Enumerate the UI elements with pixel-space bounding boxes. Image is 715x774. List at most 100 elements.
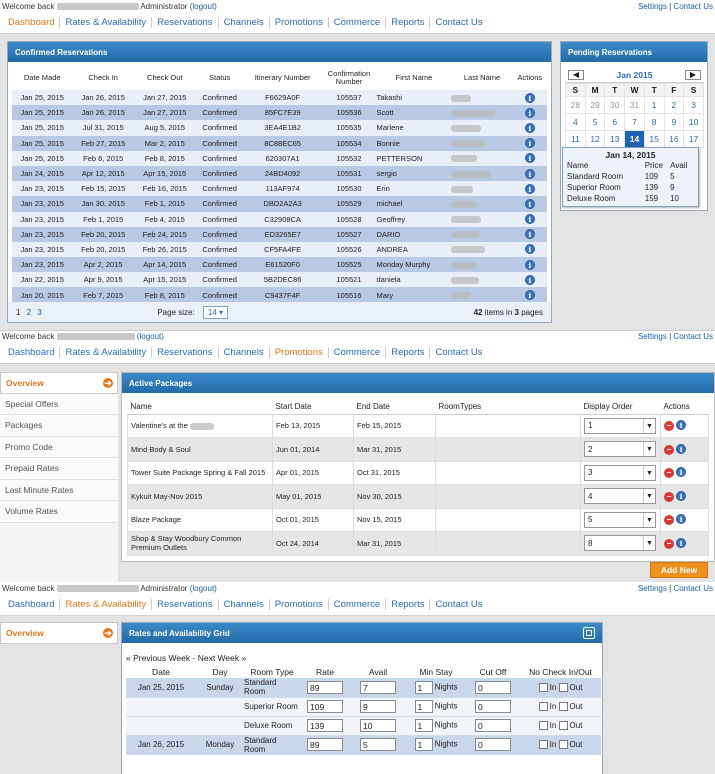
next-month-button[interactable]: ▶	[684, 69, 701, 80]
rate-input[interactable]: 139	[307, 719, 343, 732]
rate-input[interactable]: 89	[307, 738, 343, 751]
settings-link[interactable]: Settings	[638, 2, 667, 11]
info-icon[interactable]: i	[524, 198, 535, 209]
nav-reservations[interactable]: Reservations	[151, 347, 217, 358]
calendar-day[interactable]: 28	[565, 96, 586, 114]
min-stay-input[interactable]: 1	[414, 719, 433, 732]
calendar-day[interactable]: 4	[565, 113, 586, 131]
no-check-out-checkbox[interactable]	[558, 682, 568, 692]
info-icon[interactable]: i	[524, 244, 535, 255]
rate-input[interactable]: 109	[307, 700, 343, 713]
nav-contact-us[interactable]: Contact Us	[429, 599, 487, 610]
nav-reservations[interactable]: Reservations	[151, 17, 217, 28]
page-3-link[interactable]: 3	[37, 308, 41, 317]
previous-week-link[interactable]: « Previous Week	[126, 653, 190, 663]
nav-commerce[interactable]: Commerce	[327, 599, 385, 610]
avail-input[interactable]: 5	[360, 738, 396, 751]
no-check-out-checkbox[interactable]	[558, 721, 568, 731]
sidebar-item-overview[interactable]: Overview ➜	[0, 372, 118, 394]
nav-contact-us[interactable]: Contact Us	[429, 347, 487, 358]
delete-icon[interactable]: −	[664, 444, 674, 455]
no-check-out-checkbox[interactable]	[558, 702, 568, 712]
col-check-in[interactable]: Check In	[72, 66, 134, 90]
page-1-link[interactable]: 1	[16, 308, 20, 317]
calendar-day[interactable]: 14	[624, 130, 645, 148]
calendar-day[interactable]: 31	[624, 96, 645, 114]
reservation-row[interactable]: Jan 25, 2015 Jan 26, 2015 Jan 27, 2015 Conf…	[12, 105, 547, 121]
col-itinerary-number[interactable]: Itinerary Number	[244, 66, 322, 90]
nav-commerce[interactable]: Commerce	[327, 347, 385, 358]
calendar-day[interactable]: 12	[584, 130, 606, 148]
logout-link[interactable]: (logout)	[190, 2, 217, 11]
reservation-row[interactable]: Jan 23, 2015 Feb 20, 2015 Feb 26, 2015 Conf…	[12, 241, 547, 258]
info-icon[interactable]: i	[524, 229, 535, 240]
nav-rates-availability[interactable]: Rates & Availability	[59, 599, 151, 610]
settings-link[interactable]: Settings	[638, 332, 667, 341]
nav-dashboard[interactable]: Dashboard	[3, 17, 59, 28]
sidebar-item-special-offers[interactable]: Special Offers	[0, 393, 118, 415]
contact-us-link[interactable]: Contact Us	[673, 332, 713, 341]
nav-dashboard[interactable]: Dashboard	[3, 347, 59, 358]
nav-contact-us[interactable]: Contact Us	[429, 17, 487, 28]
nav-rates-availability[interactable]: Rates & Availability	[59, 17, 151, 28]
reservation-row[interactable]: Jan 23, 2015 Jan 30, 2015 Feb 1, 2015 Confi…	[12, 196, 547, 212]
nav-promotions[interactable]: Promotions	[268, 17, 328, 28]
display-order-select[interactable]: 2 ▼	[584, 441, 656, 458]
info-icon[interactable]: i	[676, 467, 687, 478]
contact-us-link[interactable]: Contact Us	[673, 2, 713, 11]
nav-reports[interactable]: Reports	[385, 17, 429, 28]
info-icon[interactable]: i	[524, 214, 535, 225]
reservation-row[interactable]: Jan 23, 2015 Feb 1, 2015 Feb 4, 2015 Confir…	[12, 211, 547, 227]
display-order-select[interactable]: 3 ▼	[584, 464, 656, 481]
nav-dashboard[interactable]: Dashboard	[3, 599, 59, 610]
reservation-row[interactable]: Jan 25, 2015 Jul 31, 2015 Aug 5, 2015 Confi…	[12, 120, 547, 136]
reservation-row[interactable]: Jan 24, 2015 Apr 12, 2015 Apr 15, 2015 Conf…	[12, 165, 547, 182]
col-confirmation-number[interactable]: Confirmation Number	[322, 66, 377, 90]
delete-icon[interactable]: −	[664, 538, 674, 549]
info-icon[interactable]: i	[524, 259, 535, 270]
info-icon[interactable]: i	[676, 514, 687, 525]
display-order-select[interactable]: 1 ▼	[584, 417, 656, 434]
info-icon[interactable]: i	[524, 290, 535, 301]
calendar-day[interactable]: 2	[663, 96, 685, 114]
col-date-made[interactable]: Date Made	[12, 66, 72, 90]
no-check-in-checkbox[interactable]	[538, 702, 548, 712]
sidebar-item-prepaid-rates[interactable]: Prepaid Rates	[0, 458, 118, 480]
add-new-button[interactable]: Add New	[650, 562, 708, 578]
reservation-row[interactable]: Jan 23, 2015 Feb 15, 2015 Feb 16, 2015 Conf…	[12, 181, 547, 197]
sidebar-item-last-minute-rates[interactable]: Last Minute Rates	[0, 479, 118, 501]
rate-input[interactable]: 89	[307, 680, 343, 694]
reservation-row[interactable]: Jan 25, 2015 Jan 26, 2015 Jan 27, 2015 Conf…	[12, 90, 547, 106]
display-order-select[interactable]: 5 ▼	[584, 511, 656, 528]
settings-link[interactable]: Settings	[638, 584, 667, 593]
col-first-name[interactable]: First Name	[377, 66, 452, 90]
calendar-day[interactable]: 11	[565, 130, 586, 148]
avail-input[interactable]: 10	[360, 719, 396, 732]
calendar-day[interactable]: 3	[683, 96, 704, 114]
calendar-day[interactable]: 17	[683, 130, 704, 148]
delete-icon[interactable]: −	[664, 491, 674, 502]
avail-input[interactable]: 9	[360, 700, 396, 713]
logout-link[interactable]: (logout)	[190, 584, 217, 593]
sidebar-item-promo-code[interactable]: Promo Code	[0, 436, 118, 458]
col-status[interactable]: Status	[196, 66, 244, 90]
info-icon[interactable]: i	[676, 537, 687, 548]
no-check-out-checkbox[interactable]	[558, 740, 568, 750]
nav-channels[interactable]: Channels	[217, 599, 269, 610]
cut-off-input[interactable]: 0	[475, 738, 511, 751]
nav-reservations[interactable]: Reservations	[151, 599, 217, 610]
calendar-day[interactable]: 6	[604, 113, 626, 131]
info-icon[interactable]: i	[524, 183, 535, 194]
info-icon[interactable]: i	[524, 153, 535, 164]
info-icon[interactable]: i	[524, 92, 535, 103]
reservation-row[interactable]: Jan 25, 2015 Feb 6, 2015 Feb 8, 2015 Confir…	[12, 150, 547, 166]
calendar-day[interactable]: 5	[584, 113, 606, 131]
calendar-day[interactable]: 29	[584, 96, 606, 114]
calendar-day[interactable]: 9	[663, 113, 685, 131]
info-icon[interactable]: i	[676, 420, 687, 431]
min-stay-input[interactable]: 1	[414, 680, 433, 694]
calendar-day[interactable]: 16	[663, 130, 685, 148]
reservation-row[interactable]: Jan 23, 2015 Apr 2, 2015 Apr 14, 2015 Confi…	[12, 257, 547, 273]
reservation-row[interactable]: Jan 22, 2015 Apr 9, 2015 Apr 15, 2015 Confi…	[12, 272, 547, 288]
no-check-in-checkbox[interactable]	[538, 682, 548, 692]
